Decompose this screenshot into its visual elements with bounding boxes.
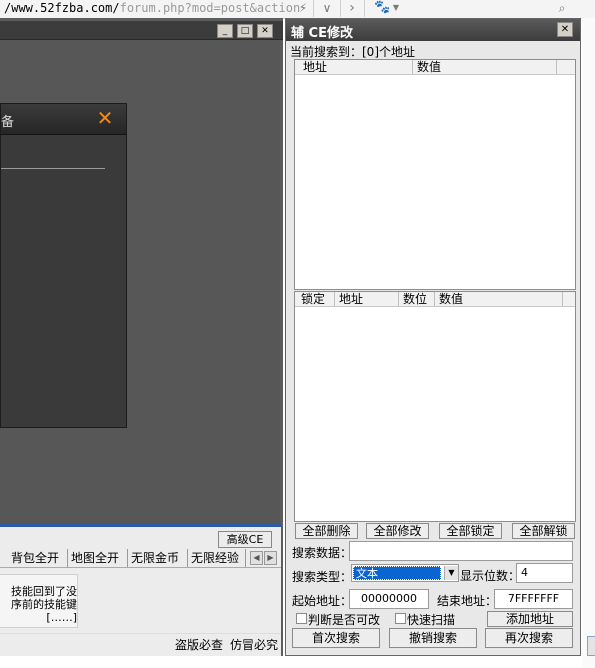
locked-header: 锁定 地址 数位 数值 <box>295 292 575 307</box>
chevron-down-icon[interactable]: ∨ <box>318 0 336 16</box>
url-path: forum.php?mod=post&action <box>119 1 301 15</box>
background-page-edge <box>582 18 595 668</box>
status-text: 仿冒必究 <box>230 638 279 652</box>
background-button[interactable] <box>587 636 595 656</box>
column-header-lock[interactable]: 锁定 <box>297 292 335 306</box>
ce-titlebar: 辅 CE修改 ✕ <box>286 19 580 41</box>
search-result-count: 当前搜索到：[0]个地址 <box>290 45 415 59</box>
tab-map[interactable]: 地图全开 <box>68 549 128 567</box>
column-header-digits[interactable]: 数位 <box>399 292 435 306</box>
toolbar-divider <box>313 0 314 17</box>
url-domain: /www.52fzba.com/ <box>4 1 120 15</box>
note-line: [……] <box>46 611 77 624</box>
close-icon[interactable]: ✕ <box>95 108 115 128</box>
modify-all-button[interactable]: 全部修改 <box>366 523 429 539</box>
check-readable-checkbox[interactable] <box>296 613 307 624</box>
close-icon[interactable]: ✕ <box>257 24 273 38</box>
close-icon[interactable]: ✕ <box>557 22 573 37</box>
end-address-label: 结束地址： <box>437 594 498 608</box>
search-icon[interactable]: ⌕ <box>554 0 570 16</box>
dropdown-arrow-icon[interactable]: ▼ <box>391 0 401 16</box>
search-results-list[interactable]: 地址 数值 <box>294 59 576 290</box>
status-text: 盗版必查 <box>175 638 224 652</box>
next-search-button[interactable]: 再次搜索 <box>485 628 573 648</box>
tab-gold[interactable]: 无限金币 <box>128 549 188 567</box>
search-type-select[interactable]: 文本 ▼ <box>351 564 459 582</box>
start-address-label: 起始地址： <box>292 594 353 608</box>
lock-all-button[interactable]: 全部锁定 <box>439 523 502 539</box>
fast-scan-checkbox[interactable] <box>395 613 406 624</box>
check-readable-label[interactable]: 判断是否可改 <box>308 611 380 628</box>
unlock-all-button[interactable]: 全部解锁 <box>512 523 575 539</box>
search-data-label: 搜索数据： <box>292 546 353 560</box>
end-address-input[interactable]: 7FFFFFFF <box>494 589 573 609</box>
tab-bag[interactable]: 背包全开 <box>8 549 68 567</box>
toolbar-divider <box>364 0 365 17</box>
address-bar[interactable]: /www.52fzba.com/forum.php?mod=post&actio… <box>4 1 300 15</box>
chevron-down-icon[interactable]: ▼ <box>444 566 458 580</box>
bottom-status-bar: 盗版必查 仿冒必究 <box>0 633 281 652</box>
search-type-selected-value: 文本 <box>353 566 441 580</box>
fast-scan-label[interactable]: 快速扫描 <box>407 611 455 628</box>
note-line: 技能回到了没 <box>11 585 77 598</box>
paw-icon[interactable]: 🐾 <box>374 0 390 16</box>
column-header-value[interactable]: 数值 <box>435 292 563 306</box>
delete-all-button[interactable]: 全部删除 <box>295 523 358 539</box>
search-type-label: 搜索类型： <box>292 570 353 584</box>
undo-search-button[interactable]: 撤销搜索 <box>389 628 477 648</box>
display-digits-label: 显示位数： <box>460 569 521 583</box>
first-search-button[interactable]: 首次搜索 <box>292 628 380 648</box>
chevron-left-icon[interactable]: ◀ <box>250 551 263 565</box>
locked-address-list[interactable]: 锁定 地址 数位 数值 <box>294 291 576 522</box>
column-header-address[interactable]: 地址 <box>335 292 399 306</box>
minimize-icon[interactable]: _ <box>217 24 233 38</box>
dialog-header: 备 ✕ <box>1 104 126 135</box>
dialog-title: 备 <box>1 115 15 130</box>
ce-window-title: 辅 CE修改 <box>291 26 353 41</box>
lightning-icon[interactable]: ⚡ <box>296 0 310 16</box>
toolbar-divider <box>340 0 341 17</box>
divider <box>1 168 105 169</box>
chevron-right-icon[interactable]: › <box>344 0 360 16</box>
results-header: 地址 数值 <box>295 60 575 75</box>
game-titlebar: _ □ ✕ <box>0 21 283 40</box>
game-dialog: 备 ✕ <box>0 103 127 428</box>
cheat-tab-strip: 背包全开 地图全开 无限金币 无限经验 ◀ ▶ <box>0 549 281 568</box>
tab-exp[interactable]: 无限经验 <box>188 549 246 567</box>
maximize-icon[interactable]: □ <box>237 24 253 38</box>
add-address-button[interactable]: 添加地址 <box>487 611 573 627</box>
start-address-input[interactable]: 00000000 <box>349 589 429 609</box>
column-header-address[interactable]: 地址 <box>299 60 413 74</box>
advanced-ce-button[interactable]: 高级CE <box>218 531 272 548</box>
search-data-input[interactable] <box>349 541 573 561</box>
column-header-value[interactable]: 数值 <box>413 60 557 74</box>
note-line: 序前的技能键 <box>11 598 77 611</box>
chevron-right-icon[interactable]: ▶ <box>264 551 277 565</box>
display-digits-input[interactable]: 4 <box>516 563 573 583</box>
skill-note-box: 技能回到了没 序前的技能键 [……] <box>0 574 78 628</box>
